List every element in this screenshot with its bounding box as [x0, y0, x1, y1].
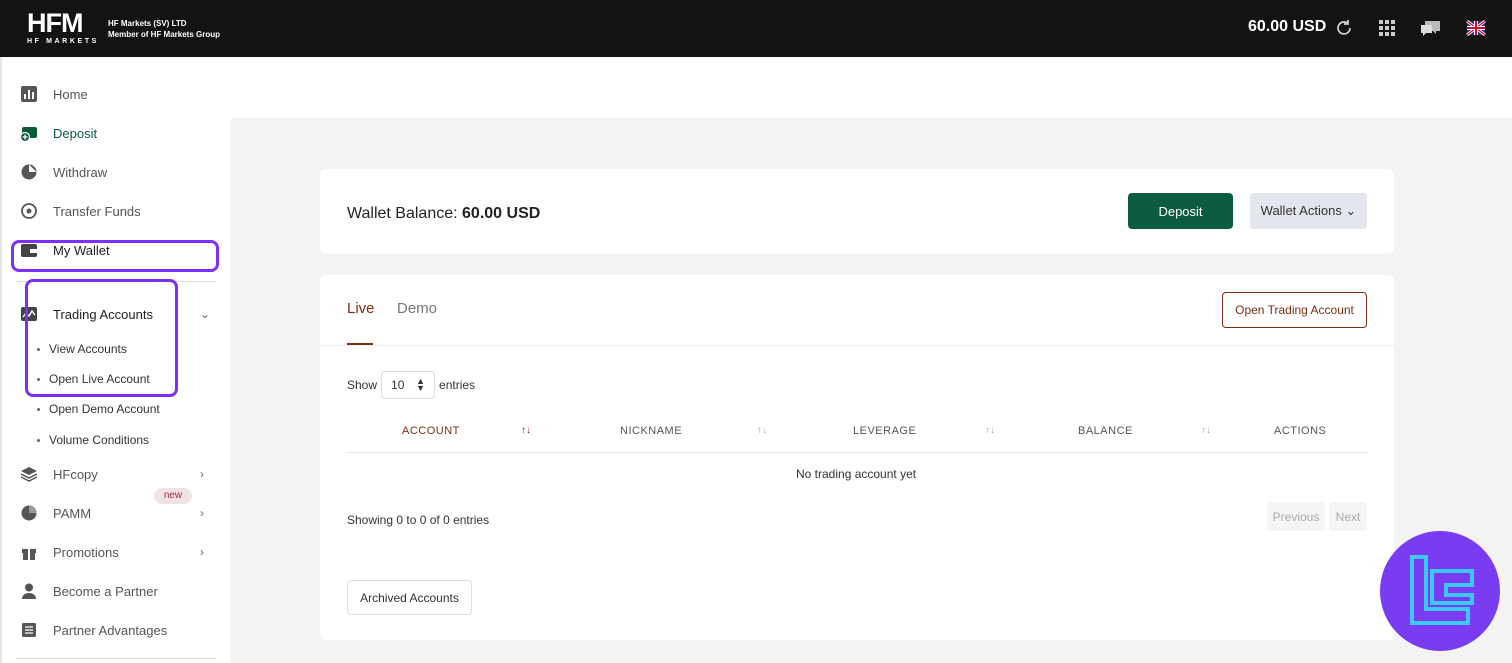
- page-size-value: 10: [391, 378, 405, 392]
- pie-icon: [21, 505, 37, 521]
- wallet-actions-button[interactable]: Wallet Actions ⌄: [1250, 193, 1367, 229]
- submenu-item-open-demo-account[interactable]: Open Demo Account: [37, 402, 160, 416]
- tabs-divider: [320, 345, 1394, 346]
- sidebar-item-label: Partner Advantages: [53, 622, 168, 638]
- archived-accounts-button[interactable]: Archived Accounts: [347, 580, 472, 615]
- chat-icon[interactable]: [1419, 18, 1443, 38]
- sidebar-item-withdraw[interactable]: Withdraw: [20, 159, 107, 185]
- sidebar-item-deposit[interactable]: Deposit: [20, 120, 97, 146]
- refresh-icon[interactable]: [1334, 18, 1354, 38]
- page-size-select[interactable]: 10 ▲ ▼: [381, 371, 436, 399]
- column-header-actions: ACTIONS: [1274, 425, 1327, 437]
- open-trading-account-button[interactable]: Open Trading Account: [1222, 292, 1367, 328]
- column-header-balance[interactable]: BALANCE: [1078, 425, 1133, 437]
- hfm-logo[interactable]: HFM HF MARKETS: [27, 8, 99, 46]
- sidebar-item-label: Deposit: [53, 125, 98, 141]
- new-badge: new: [154, 488, 192, 504]
- top-bar: HFM HF MARKETS HF Markets (SV) LTD Membe…: [0, 0, 1512, 57]
- watermark-logo: [1380, 531, 1500, 651]
- top-balance: 60.00 USD: [1248, 18, 1327, 35]
- pagination-info: Showing 0 to 0 of 0 entries: [347, 513, 490, 527]
- empty-table-message: No trading account yet: [796, 467, 917, 481]
- sort-icon[interactable]: ↑↓: [985, 425, 995, 436]
- deposit-button[interactable]: Deposit: [1128, 193, 1233, 229]
- wallet-balance-label: Wallet Balance:: [347, 205, 458, 222]
- company-name: HF Markets (SV) LTD: [108, 19, 187, 28]
- chevron-right-icon[interactable]: ›: [200, 545, 204, 559]
- sidebar-item-label: Transfer Funds: [53, 203, 141, 219]
- sidebar-item-pamm[interactable]: PAMM: [20, 500, 91, 526]
- sort-icon[interactable]: ↑↓: [757, 425, 767, 436]
- sidebar-item-home[interactable]: Home: [20, 81, 88, 107]
- sidebar-item-promotions[interactable]: Promotions: [20, 539, 119, 565]
- chevron-down-icon[interactable]: ⌄: [200, 307, 210, 321]
- submenu-item-view-accounts[interactable]: View Accounts: [37, 342, 127, 356]
- sidebar-item-label: Become a Partner: [53, 583, 158, 599]
- company-group: Member of HF Markets Group: [108, 30, 221, 39]
- wallet-balance: Wallet Balance: 60.00 USD: [347, 205, 540, 223]
- sidebar-item-label: PAMM: [53, 505, 92, 521]
- company-info: HF Markets (SV) LTD Member of HF Markets…: [108, 18, 220, 40]
- sort-icon[interactable]: ↑↓: [1201, 425, 1211, 436]
- tab-demo[interactable]: Demo: [397, 300, 437, 317]
- sidebar-item-label: Withdraw: [53, 164, 108, 180]
- layers-icon: [20, 467, 38, 482]
- sidebar-item-label: Promotions: [53, 544, 119, 560]
- watermark-glyph-icon: [1410, 555, 1474, 625]
- gift-icon: [22, 549, 36, 560]
- submenu-item-volume-conditions[interactable]: Volume Conditions: [37, 433, 149, 447]
- show-label: Show: [347, 378, 378, 392]
- column-header-account[interactable]: ACCOUNT: [402, 425, 460, 437]
- sidebar-item-partner-advantages[interactable]: Partner Advantages: [20, 617, 167, 643]
- person-icon: [22, 583, 36, 599]
- entries-label: entries: [439, 378, 476, 392]
- page-size-control: Show 10 ▲ ▼ entries: [347, 371, 475, 399]
- next-page-button[interactable]: Next: [1329, 502, 1367, 531]
- chevron-right-icon[interactable]: ›: [200, 506, 204, 520]
- transfer-icon: [21, 203, 37, 219]
- accounts-card: [320, 275, 1394, 640]
- submenu-item-open-live-account[interactable]: Open Live Account: [37, 372, 150, 386]
- tab-live[interactable]: Live: [347, 300, 375, 317]
- logo-mark: HFM: [27, 8, 83, 38]
- sidebar-item-hfcopy[interactable]: HFcopy: [20, 461, 98, 487]
- sort-ascending-icon[interactable]: ↑↓: [521, 425, 531, 436]
- column-header-leverage[interactable]: LEVERAGE: [853, 425, 916, 437]
- trading-accounts-highlight: [11, 240, 219, 272]
- sidebar-item-label: Home: [53, 86, 88, 102]
- table-header-divider: [347, 452, 1367, 453]
- wallet-balance-amount: 60.00 USD: [462, 205, 541, 222]
- bar-chart-icon: [21, 86, 37, 102]
- uk-flag-icon[interactable]: [1466, 18, 1486, 38]
- sidebar-item-transfer-funds[interactable]: Transfer Funds: [20, 198, 141, 224]
- sidebar-divider: [16, 658, 216, 659]
- sort-arrows-icon: ▲ ▼: [416, 376, 426, 393]
- page-header: [231, 57, 1512, 118]
- sidebar-item-become-partner[interactable]: Become a Partner: [20, 578, 158, 604]
- chevron-right-icon[interactable]: ›: [200, 467, 204, 481]
- sidebar-item-label: HFcopy: [53, 466, 98, 482]
- list-icon: [22, 623, 36, 637]
- previous-page-button[interactable]: Previous: [1267, 502, 1325, 531]
- apps-grid-icon[interactable]: [1377, 18, 1397, 38]
- deposit-icon: [20, 127, 37, 142]
- column-header-nickname[interactable]: NICKNAME: [620, 425, 682, 437]
- withdraw-icon: [21, 164, 37, 180]
- logo-subtitle: HF MARKETS: [27, 38, 99, 45]
